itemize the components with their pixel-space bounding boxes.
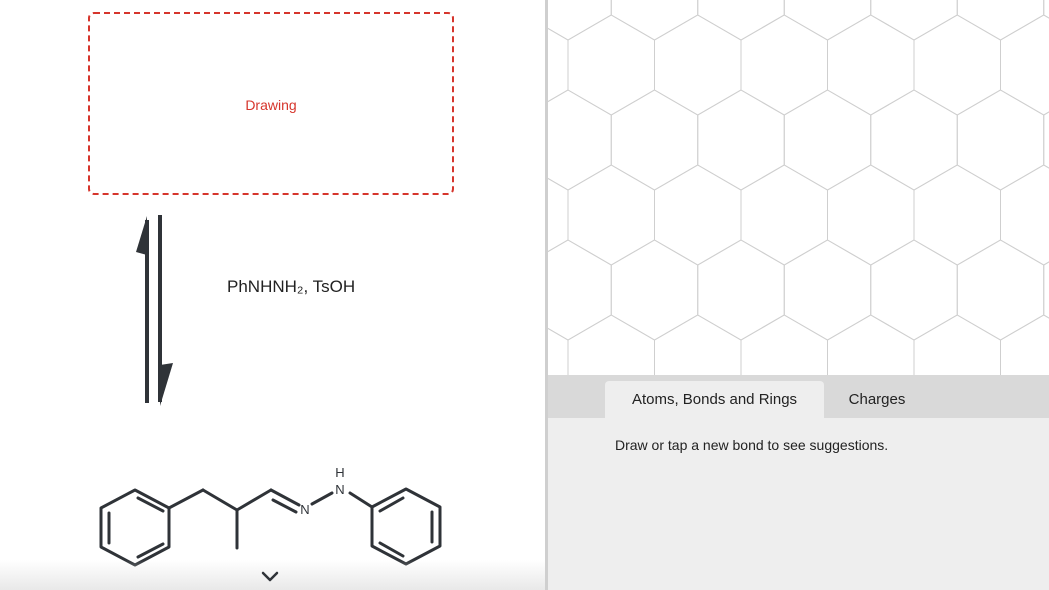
hex-cell xyxy=(1043,261,1049,319)
reagent-text: PhNHNH₂, TsOH xyxy=(227,277,356,296)
hex-cell xyxy=(567,14,655,116)
hex-cell xyxy=(524,239,612,341)
hex-cell xyxy=(956,0,1045,41)
tab-charges[interactable]: Charges xyxy=(828,381,926,418)
drawing-canvas[interactable] xyxy=(394,0,1049,491)
hex-cell xyxy=(740,14,828,116)
hex-cell xyxy=(1000,14,1049,116)
hex-cell xyxy=(740,314,828,416)
drawing-answer-box[interactable]: Drawing xyxy=(88,12,454,195)
imine-n-label: N xyxy=(300,502,309,517)
hex-cell xyxy=(1043,0,1049,19)
amine-h-label: H xyxy=(335,465,344,480)
hex-cell xyxy=(783,0,872,41)
hex-cell xyxy=(827,164,915,266)
hex-cell xyxy=(740,164,828,266)
hex-cell xyxy=(654,164,742,266)
hex-cell xyxy=(956,239,1045,341)
amine-n-label: N xyxy=(335,482,344,497)
hex-cell xyxy=(783,89,872,191)
tab-atoms-bonds-rings[interactable]: Atoms, Bonds and Rings xyxy=(605,381,824,418)
structure-editor: Atoms, Bonds and Rings Charges Draw or t… xyxy=(394,0,1049,590)
hex-cell xyxy=(654,14,742,116)
hex-cell xyxy=(870,89,958,191)
hex-cell xyxy=(956,89,1045,191)
hex-cell xyxy=(697,0,785,41)
drawing-box-label: Drawing xyxy=(245,97,297,113)
equilibrium-arrows-icon xyxy=(136,215,173,406)
hex-cell xyxy=(1000,314,1049,416)
hex-cell xyxy=(827,314,915,416)
hex-cell xyxy=(870,0,958,41)
hex-cell xyxy=(567,164,655,266)
suggestion-hint: Draw or tap a new bond to see suggestion… xyxy=(615,437,889,453)
hex-cell xyxy=(827,14,915,116)
hex-cell xyxy=(697,239,785,341)
hex-cell xyxy=(913,14,1001,116)
hex-cell xyxy=(567,314,655,416)
hex-cell xyxy=(610,239,699,341)
hex-cell xyxy=(913,164,1001,266)
hex-cell xyxy=(913,314,1001,416)
hex-cell xyxy=(870,239,958,341)
hex-cell xyxy=(610,89,699,191)
hex-cell xyxy=(524,89,612,191)
hex-grid-background xyxy=(394,0,1049,491)
hex-cell xyxy=(481,314,569,416)
hex-cell xyxy=(654,314,742,416)
reaction-pane: Drawing PhNHNH₂, TsOH N N H xyxy=(0,0,545,590)
hex-cell xyxy=(610,0,699,41)
hex-cell xyxy=(783,239,872,341)
chevron-down-icon[interactable] xyxy=(260,570,280,584)
hex-cell xyxy=(1000,164,1049,266)
hex-cell xyxy=(1043,111,1049,169)
hex-cell xyxy=(697,89,785,191)
editor-tab-bar: Atoms, Bonds and Rings Charges xyxy=(548,375,1049,418)
